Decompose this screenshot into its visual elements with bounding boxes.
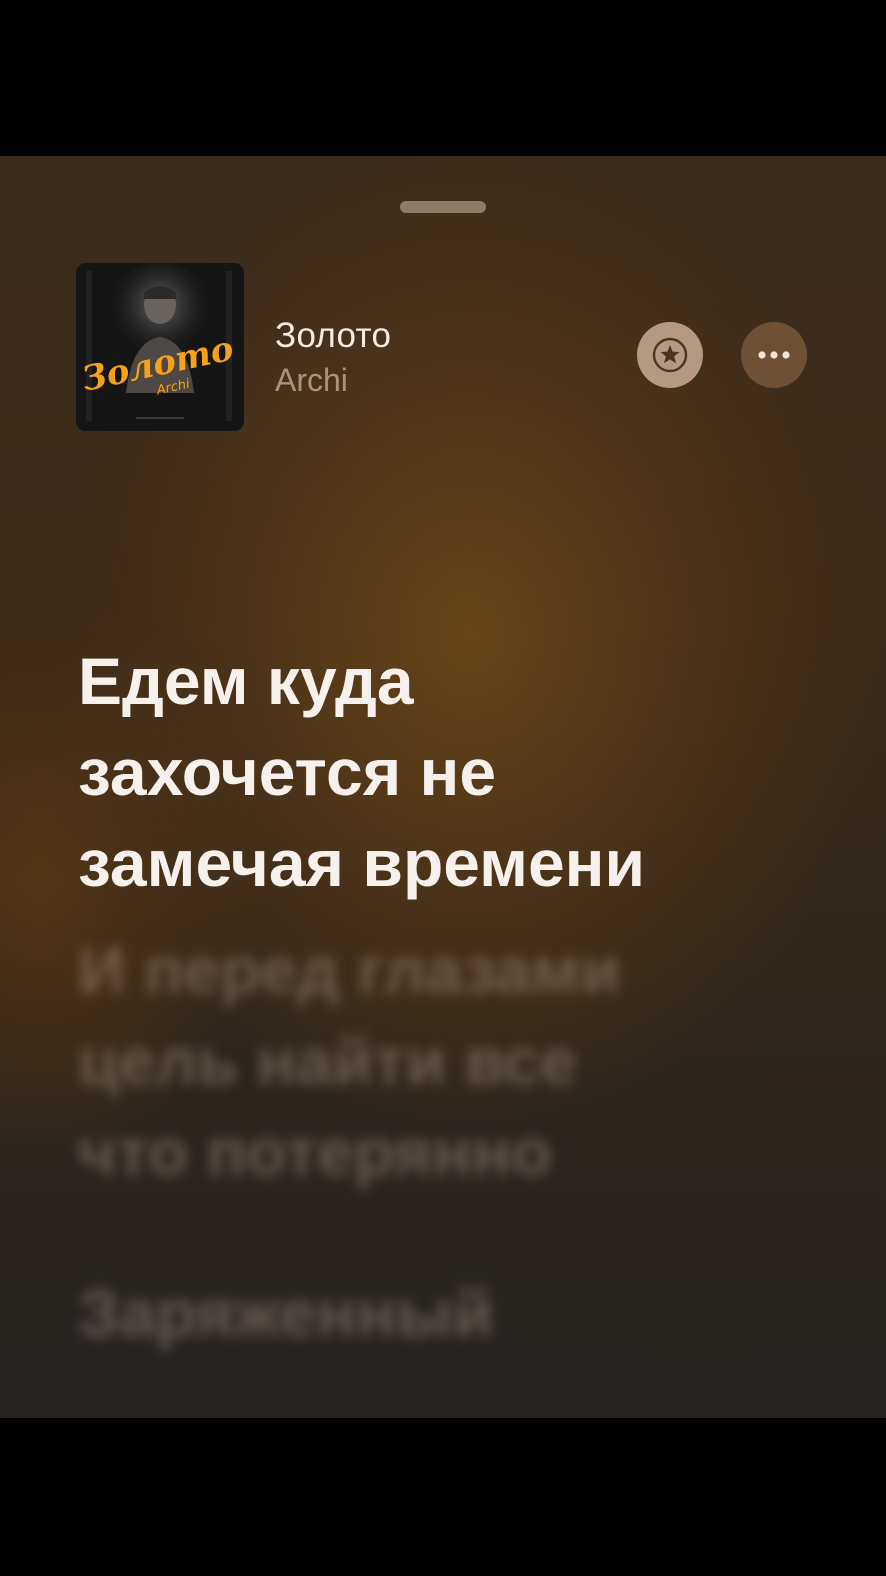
upcoming-lyric-line[interactable]: Заряженный (78, 1268, 838, 1359)
active-lyric-line[interactable]: замечая времени (78, 818, 838, 909)
letterbox-top (0, 0, 886, 156)
upcoming-lyric-line[interactable]: И перед глазами (78, 925, 838, 1016)
track-artist[interactable]: Archi (275, 362, 348, 399)
star-icon (652, 337, 688, 373)
track-title[interactable]: Золото (275, 316, 391, 356)
letterbox-bottom (0, 1418, 886, 1576)
active-lyric-line[interactable]: захочется не (78, 727, 838, 818)
favorite-button[interactable] (637, 322, 703, 388)
sheet-grabber-handle[interactable] (400, 201, 486, 213)
lyrics-sheet: Золото Archi Золото Archi Едем куда захо… (0, 156, 886, 1418)
active-lyric-line[interactable]: Едем куда (78, 636, 838, 727)
upcoming-lyric-line[interactable]: что потерянно (78, 1107, 838, 1198)
more-options-button[interactable] (741, 322, 807, 388)
artwork-image: Золото Archi (76, 263, 244, 431)
lyrics-container: Едем куда захочется не замечая времени И… (78, 636, 838, 1359)
upcoming-lyric-line[interactable]: цель найти все (78, 1016, 838, 1107)
ellipsis-icon (758, 351, 790, 359)
album-artwork[interactable]: Золото Archi (76, 263, 244, 431)
